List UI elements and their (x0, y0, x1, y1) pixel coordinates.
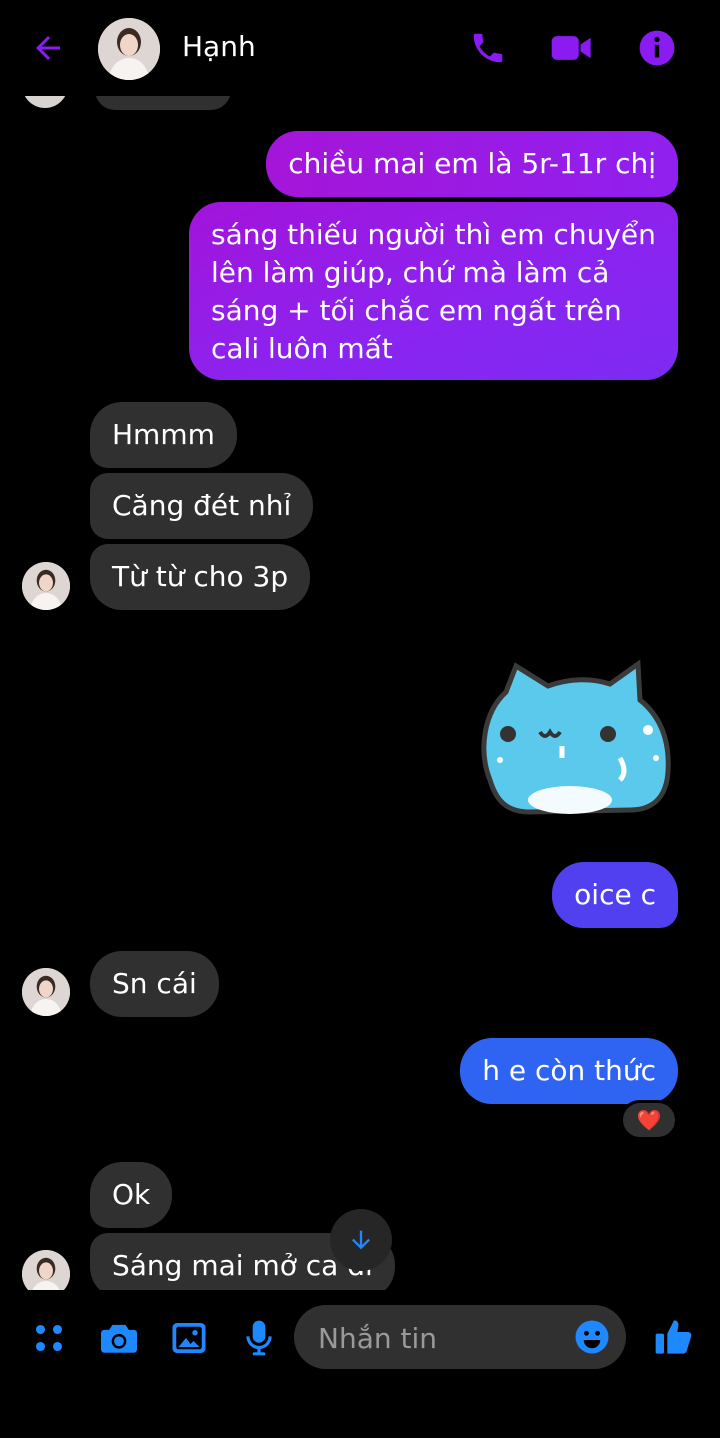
phone-icon (473, 33, 503, 63)
video-call-button[interactable] (548, 24, 596, 72)
message-incoming[interactable]: Ok (90, 1162, 173, 1228)
camera-button[interactable] (93, 1312, 145, 1364)
call-button[interactable] (464, 24, 512, 72)
emoji-icon (575, 1320, 609, 1354)
microphone-icon (246, 1320, 272, 1356)
message-incoming[interactable]: Sn cái (90, 951, 219, 1017)
gallery-button[interactable] (163, 1312, 215, 1364)
chat-header: Hạnh (0, 0, 720, 96)
like-button[interactable] (648, 1311, 700, 1363)
sender-avatar[interactable] (22, 968, 70, 1016)
message-incoming[interactable]: Hmmm (90, 402, 237, 468)
emoji-button[interactable] (574, 1319, 610, 1355)
video-camera-icon (551, 36, 591, 60)
message-incoming[interactable]: Từ từ cho 3p (90, 544, 311, 610)
message-input[interactable] (316, 1305, 570, 1371)
arrow-down-icon (352, 1230, 370, 1250)
blue-cat-sticker[interactable] (470, 659, 676, 820)
message-outgoing[interactable]: oice c (552, 862, 678, 928)
message-outgoing[interactable]: sáng thiếu người thì em chuyển lên làm g… (189, 202, 678, 380)
camera-icon (101, 1324, 137, 1353)
sender-avatar[interactable] (22, 562, 70, 610)
arrow-left-icon (36, 36, 60, 60)
thumbs-up-icon (655, 1320, 692, 1354)
more-actions-button[interactable] (23, 1312, 75, 1364)
message-incoming[interactable]: Căng đét nhỉ (90, 473, 314, 539)
grid-menu-icon (35, 1324, 63, 1352)
message-outgoing[interactable]: chiều mai em là 5r-11r chị (266, 131, 678, 197)
contact-avatar[interactable] (98, 18, 160, 80)
contact-name[interactable]: Hạnh (182, 30, 256, 63)
heart-reaction[interactable]: ❤️ (620, 1100, 678, 1140)
info-button[interactable] (633, 24, 681, 72)
image-icon (172, 1323, 206, 1353)
voice-message-button[interactable] (233, 1312, 285, 1364)
back-button[interactable] (24, 24, 72, 72)
scroll-to-bottom-button[interactable] (330, 1209, 392, 1271)
message-input-container (294, 1305, 626, 1371)
message-outgoing[interactable]: h e còn thức (460, 1038, 678, 1104)
info-icon (639, 30, 675, 66)
